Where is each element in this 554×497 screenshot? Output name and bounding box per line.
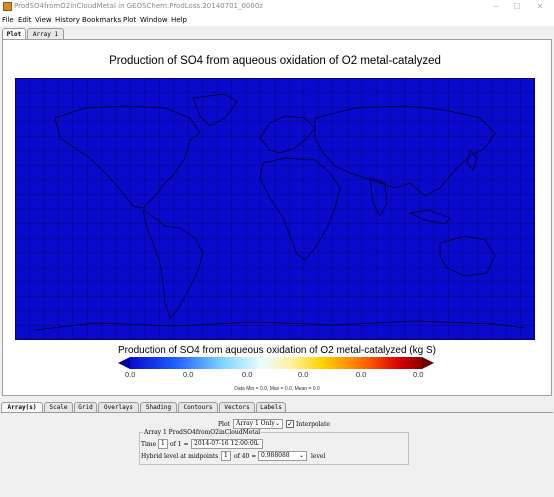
level-of-label: of 40 =	[234, 453, 257, 460]
chevron-down-icon: ⌄	[298, 452, 304, 459]
minimize-button[interactable]: ─	[487, 1, 505, 13]
colorbar-under-arrow	[118, 357, 130, 369]
tab-scale[interactable]: Scale	[44, 402, 73, 412]
time-select-value: 2014-07-16 12:00:00	[194, 440, 258, 447]
time-of-label: of 1 =	[170, 441, 189, 448]
tab-arrays[interactable]: Array(s)	[1, 402, 43, 412]
window-title: ProdSO4fromO2inCloudMetal in GEOSChem.Pr…	[14, 2, 263, 10]
plot-select-value: Array 1 Only	[236, 420, 275, 427]
time-index-input[interactable]: 1	[158, 439, 168, 449]
level-label: Hybrid level at midpoints	[141, 453, 219, 460]
tab-contours[interactable]: Contours	[178, 402, 218, 412]
check-icon: ✓	[287, 420, 293, 428]
tab-shading[interactable]: Shading	[140, 402, 177, 412]
data-stats: Data Min = 0.0, Max = 0.0, Mean = 0.0	[234, 386, 320, 392]
tab-array-1[interactable]: Array 1	[27, 28, 64, 39]
menu-view[interactable]: View	[35, 14, 52, 26]
tab-grid[interactable]: Grid	[74, 402, 97, 412]
chevron-down-icon: ⌄	[254, 440, 260, 447]
colorbar-tick: 0.0	[242, 370, 253, 379]
tab-labels[interactable]: Labels	[256, 402, 286, 412]
colorbar	[118, 357, 434, 369]
tab-vectors[interactable]: Vectors	[219, 402, 255, 412]
menu-edit[interactable]: Edit	[18, 14, 32, 26]
app-icon	[3, 2, 12, 11]
menu-help[interactable]: Help	[171, 14, 187, 26]
menu-file[interactable]: File	[2, 14, 14, 26]
tab-plot[interactable]: Plot	[2, 28, 26, 39]
colorbar-tick: 0.0	[413, 370, 424, 379]
interpolate-checkbox[interactable]: ✓	[286, 420, 294, 428]
tab-overlays[interactable]: Overlays	[98, 402, 139, 412]
menu-plot[interactable]: Plot	[123, 14, 136, 26]
colorbar-tick: 0.0	[356, 370, 367, 379]
level-index-input[interactable]: 1	[221, 451, 231, 461]
interpolate-label: Interpolate	[296, 421, 330, 428]
array-caption: Array 1 ProdSO4fromO2inCloudMetal	[143, 429, 262, 436]
level-select-value: 0.988088	[261, 452, 290, 459]
colorbar-tick: 0.0	[125, 370, 136, 379]
colorbar-gradient	[130, 357, 422, 369]
plot-title: Production of SO4 from aqueous oxidation…	[109, 55, 441, 67]
plot-label: Plot	[218, 421, 230, 428]
time-select[interactable]: 2014-07-16 12:00:00 ⌄	[191, 439, 263, 449]
colorbar-tick: 0.0	[298, 370, 309, 379]
plot-select[interactable]: Array 1 Only ⌄	[233, 419, 283, 429]
time-label: Time	[141, 441, 157, 448]
menu-history[interactable]: History	[55, 14, 80, 26]
maximize-button[interactable]: ☐	[508, 1, 526, 13]
menu-bar: File Edit View History Bookmarks Plot Wi…	[0, 14, 554, 26]
level-select[interactable]: 0.988088 ⌄	[258, 451, 307, 461]
colorbar-title: Production of SO4 from aqueous oxidation…	[118, 345, 436, 356]
menu-window[interactable]: Window	[140, 14, 168, 26]
level-units-label: level	[311, 453, 326, 460]
chevron-down-icon: ⌄	[274, 420, 280, 427]
world-map	[15, 78, 535, 340]
colorbar-over-arrow	[422, 357, 434, 369]
colorbar-tick: 0.0	[183, 370, 194, 379]
menu-bookmarks[interactable]: Bookmarks	[82, 14, 121, 26]
close-button[interactable]: ✕	[531, 1, 549, 13]
